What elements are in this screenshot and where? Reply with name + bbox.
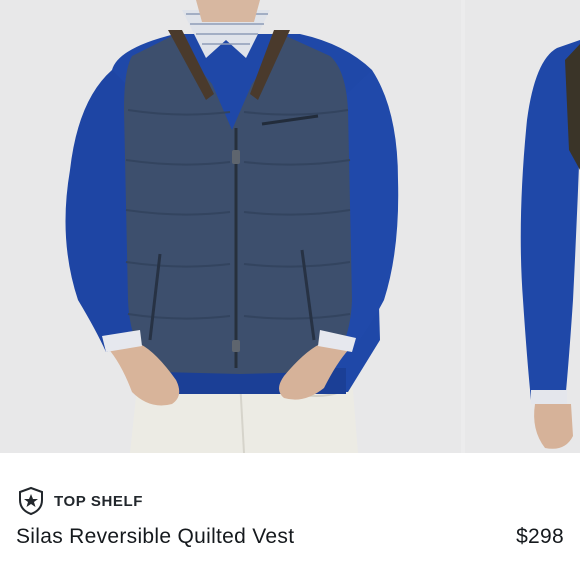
product-image-secondary[interactable] <box>465 0 580 453</box>
vest-front-photo <box>0 0 461 453</box>
brand-row[interactable]: TOP SHELF <box>16 485 143 517</box>
product-title[interactable]: Silas Reversible Quilted Vest <box>16 525 294 549</box>
product-info: TOP SHELF Silas Reversible Quilted Vest … <box>0 453 580 580</box>
image-gallery[interactable] <box>0 0 580 453</box>
brand-name[interactable]: TOP SHELF <box>54 493 143 510</box>
title-row: Silas Reversible Quilted Vest $298 <box>16 525 564 549</box>
vest-side-photo <box>465 0 580 453</box>
product-image-main[interactable] <box>0 0 461 453</box>
product-price: $298 <box>516 525 564 548</box>
shield-logo-icon <box>16 486 46 516</box>
